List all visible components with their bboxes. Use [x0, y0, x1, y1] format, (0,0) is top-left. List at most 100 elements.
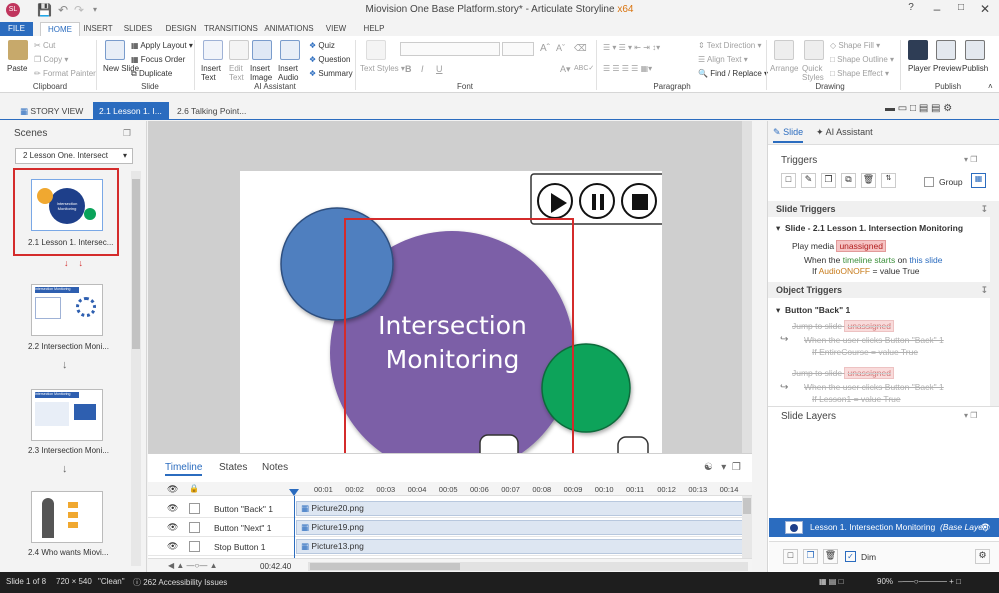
zoom-slider[interactable]: –──○───── + □	[898, 577, 961, 586]
lock-header-icon[interactable]: 🔒	[189, 484, 199, 493]
timeline-row[interactable]: 👁 Button "Next" 1 ▦ Picture19.png	[148, 518, 752, 537]
row-bar[interactable]: ▦ Picture20.png	[296, 501, 751, 516]
paste-trigger-icon[interactable]: ⧉	[841, 173, 856, 188]
reorder-trigger-icon[interactable]: ⇅	[881, 173, 896, 188]
collapse-ribbon-icon[interactable]: ˄	[988, 82, 993, 91]
arrange-button[interactable]: Arrange	[770, 64, 798, 73]
question-button[interactable]: ❖ Question	[309, 55, 350, 64]
scene-dropdown[interactable]: 2 Lesson One. Intersect ▾	[15, 148, 133, 164]
underline-button[interactable]: U	[436, 64, 443, 74]
stop-button[interactable]	[621, 183, 657, 219]
apply-layout-button[interactable]: ▦ Apply Layout ▾	[131, 41, 193, 50]
cut-button[interactable]: ✂ Cut	[34, 41, 55, 50]
shape-effect-button[interactable]: □ Shape Effect ▾	[830, 69, 889, 78]
slide-layers-collapse-icon[interactable]: ▾ ❐	[964, 411, 977, 420]
slide-thumbnail-3[interactable]: Intersection Monitoring	[31, 389, 103, 441]
tab-animations[interactable]: ANIMATIONS	[264, 22, 314, 36]
quick-styles-button[interactable]: Quick Styles	[802, 64, 828, 82]
focus-order-button[interactable]: ▦ Focus Order	[131, 55, 185, 64]
insert-audio-button[interactable]: Insert Audio	[278, 64, 304, 82]
notes-tab[interactable]: Notes	[262, 462, 288, 473]
timeline-options-icon[interactable]: ☯ ▾ ❐	[704, 462, 741, 473]
timeline-row[interactable]: 👁 Stop Button 1 ▦ Picture13.png	[148, 537, 752, 556]
tab-active-slide[interactable]: 2.1 Lesson 1. I...	[93, 102, 169, 120]
object-trigger-action[interactable]: Jump to slide unassigned	[792, 320, 894, 332]
shrink-font-icon[interactable]: Aˇ	[556, 43, 565, 53]
play-button[interactable]	[537, 183, 573, 219]
format-painter-button[interactable]: ✏ Format Painter	[34, 69, 96, 78]
quick-styles-icon[interactable]	[804, 40, 824, 60]
player-button[interactable]: Player	[908, 64, 931, 73]
insert-text-button[interactable]: Insert Text	[201, 64, 225, 82]
tab-transitions[interactable]: TRANSITIONS	[204, 22, 258, 36]
delete-trigger-icon[interactable]: 🗑	[861, 173, 876, 188]
edit-text-icon[interactable]	[229, 40, 249, 60]
bullets-icon[interactable]: ☰ ▾ ☰ ▾ ⇤ ⇥ ↕▾	[603, 43, 660, 52]
group-checkbox[interactable]	[924, 177, 934, 187]
paste-button[interactable]: Paste	[7, 64, 27, 73]
edit-trigger-icon[interactable]: ✎	[801, 173, 816, 188]
text-styles-button[interactable]: Text Styles ▾	[360, 64, 405, 73]
paste-icon[interactable]	[8, 40, 28, 60]
delete-layer-icon[interactable]: 🗑	[823, 549, 838, 564]
triggers-scrollbar[interactable]	[990, 201, 999, 406]
object-trigger-when[interactable]: When the user clicks Button "Back" 1	[804, 382, 944, 392]
tab-help[interactable]: HELP	[360, 22, 388, 36]
new-slide-icon[interactable]	[105, 40, 125, 60]
object-trigger-when[interactable]: When the user clicks Button "Back" 1	[804, 335, 944, 345]
tab-slide-panel[interactable]: ✎ Slide	[773, 127, 804, 143]
close-icon[interactable]: ✕	[974, 2, 996, 18]
italic-button[interactable]: I	[421, 64, 424, 74]
canvas-vscrollbar[interactable]	[742, 121, 752, 453]
font-family-select[interactable]	[400, 42, 500, 56]
tab-file[interactable]: FILE	[0, 22, 33, 36]
lock-checkbox[interactable]	[189, 503, 200, 514]
slide-thumbnail-1[interactable]: Intersection Monitoring	[31, 179, 103, 231]
align-text-button[interactable]: ☰ Align Text ▾	[698, 55, 748, 64]
insert-image-button[interactable]: Insert Image	[250, 64, 276, 82]
tab-other-slide[interactable]: 2.6 Talking Point...	[171, 102, 252, 120]
insert-audio-icon[interactable]	[280, 40, 300, 60]
grow-font-icon[interactable]: Aˆ	[540, 43, 550, 54]
float-panel-icon[interactable]: ❐	[123, 128, 131, 139]
slide-trigger-when[interactable]: When the timeline starts on this slide	[804, 255, 943, 265]
insert-text-icon[interactable]	[203, 40, 223, 60]
base-layer-row[interactable]: Lesson 1. Intersection Monitoring (Base …	[769, 518, 999, 537]
quiz-button[interactable]: ❖ Quiz	[309, 41, 335, 50]
row-bar[interactable]: ▦ Picture19.png	[296, 520, 751, 535]
find-replace-button[interactable]: 🔍 Find / Replace ▾	[698, 69, 768, 78]
preview-button[interactable]: Preview	[933, 64, 961, 73]
arrange-icon[interactable]	[774, 40, 794, 60]
trigger-settings-icon[interactable]: ▦	[971, 173, 986, 188]
timeline-zoom-controls[interactable]: ◀ ▲ —○— ▲	[168, 561, 218, 570]
timeline-row[interactable]: 👁 Button "Back" 1 ▦ Picture20.png	[148, 499, 752, 518]
object-trigger-group[interactable]: ▾ Button "Back" 1	[776, 305, 850, 316]
object-trigger-condition[interactable]: If Lesson1 = value True	[812, 394, 901, 404]
clear-format-icon[interactable]: ⌫	[574, 43, 587, 54]
status-view-icons[interactable]: ▦ ▤ □	[819, 577, 843, 586]
duplicate-layer-icon[interactable]: ❐	[803, 549, 818, 564]
publish-icon[interactable]	[965, 40, 985, 60]
text-styles-icon[interactable]	[366, 40, 386, 60]
help-icon[interactable]: ?	[900, 2, 922, 18]
visibility-icon[interactable]: 👁	[167, 522, 178, 533]
pause-button[interactable]	[579, 183, 615, 219]
triggers-collapse-icon[interactable]: ▾ ❐	[964, 155, 977, 164]
lock-checkbox[interactable]	[189, 541, 200, 552]
font-color-icon[interactable]: A▾	[560, 64, 571, 75]
align-icons[interactable]: ☰ ☰ ☰ ☰ ▦▾	[603, 64, 652, 73]
summary-button[interactable]: ❖ Summary	[309, 69, 353, 78]
row-bar[interactable]: ▦ Picture13.png	[296, 539, 751, 554]
bold-button[interactable]: B	[405, 64, 412, 74]
slide-trigger-action[interactable]: Play media unassigned	[792, 240, 886, 252]
tab-story-view[interactable]: ▦ STORY VIEW	[14, 102, 89, 120]
lock-checkbox[interactable]	[189, 522, 200, 533]
tab-home[interactable]: HOME	[40, 22, 80, 36]
scenes-scrollbar[interactable]	[131, 171, 141, 566]
minimize-icon[interactable]: –	[926, 2, 948, 18]
text-direction-button[interactable]: ⇕ Text Direction ▾	[698, 41, 762, 50]
edit-text-button[interactable]: Edit Text	[229, 64, 249, 82]
visibility-header-icon[interactable]: 👁	[167, 484, 178, 495]
view-mode-icons[interactable]: ▬ ▭ □ ▤ ▤ ⚙	[885, 103, 952, 114]
tab-ai-assistant[interactable]: ✦ AI Assistant	[816, 127, 873, 138]
